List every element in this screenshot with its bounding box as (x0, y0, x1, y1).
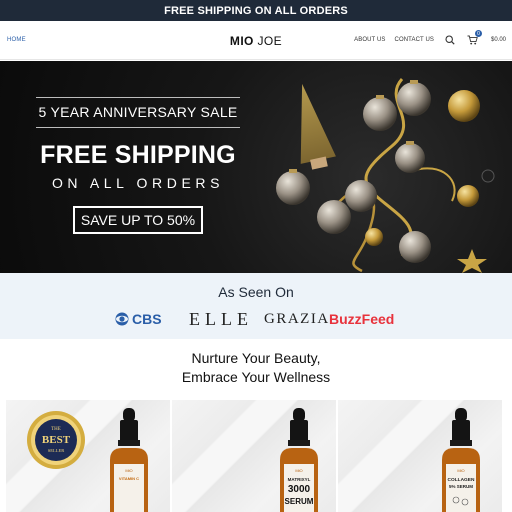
header-nav-right: ABOUT US CONTACT US 0 $0.00 (354, 30, 506, 47)
hero-subtitle-2: ON ALL ORDERS (51, 175, 225, 191)
product-label-sub: SERUM (285, 497, 314, 506)
product-label-brand: MiO (295, 468, 302, 473)
site-header: HOME MIO JOE ABOUT US CONTACT US 0 $0.00 (0, 21, 512, 60)
nav-about-link[interactable]: ABOUT US (354, 37, 385, 43)
logo-light: JOE (257, 34, 283, 48)
product-card[interactable]: MiO COLLAGEN 5% SERUM (338, 400, 502, 512)
christmas-ornaments-image (276, 77, 495, 273)
press-logos: CBS ELLE GRAZIA BuzzFeed (0, 309, 512, 331)
badge-bottom-text: SELLER (48, 448, 65, 453)
product-label-number: 3000 (288, 484, 311, 495)
product-label-name: COLLAGEN (448, 477, 475, 483)
as-seen-on-section: As Seen On CBS ELLE GRAZIA BuzzFeed (0, 273, 512, 339)
search-icon[interactable] (443, 33, 457, 47)
tagline-line-1: Nurture Your Beauty, (191, 350, 321, 366)
cbs-logo-text: CBS (132, 311, 162, 327)
logo-strong: MIO (229, 34, 254, 48)
best-seller-badge: THE BEST SELLER (27, 411, 85, 469)
grazia-logo: GRAZIA (264, 311, 330, 327)
product-label-name: VITAMIN C (119, 476, 139, 481)
cart-count-badge: 0 (474, 30, 482, 37)
product-bottle-image: MiO COLLAGEN 5% SERUM (442, 408, 480, 512)
product-bottle-image: MiO MATRIXYL 3000 SERUM (280, 408, 318, 512)
brand-tagline: Nurture Your Beauty, Embrace Your Wellne… (0, 349, 512, 387)
hero-title: FREE SHIPPING (40, 141, 236, 169)
product-bottle-image: MiO VITAMIN C (110, 408, 148, 512)
product-card[interactable]: THE BEST SELLER MiO VITAMIN C (6, 400, 170, 512)
buzzfeed-logo: BuzzFeed (329, 311, 395, 327)
cbs-logo: CBS (114, 311, 162, 327)
announcement-text: FREE SHIPPING ON ALL ORDERS (164, 4, 348, 17)
product-label-sub: 5% SERUM (449, 484, 473, 489)
product-label-brand: MiO (457, 468, 464, 473)
tagline-line-2: Embrace Your Wellness (181, 369, 331, 385)
hero-divider-bottom (36, 127, 240, 128)
cart-total[interactable]: $0.00 (491, 37, 506, 43)
hero-banner[interactable]: 5 YEAR ANNIVERSARY SALE FREE SHIPPING ON… (0, 61, 512, 273)
product-label-brand: MiO (125, 468, 132, 473)
badge-top-text: THE (51, 427, 61, 432)
hero-cta-button[interactable]: SAVE UP TO 50% (73, 206, 203, 234)
product-card[interactable]: MiO MATRIXYL 3000 SERUM (172, 400, 336, 512)
elle-logo: ELLE (189, 309, 253, 329)
nav-contact-link[interactable]: CONTACT US (395, 37, 434, 43)
cbs-eye-icon (115, 312, 129, 326)
badge-main-text: BEST (42, 434, 71, 446)
product-grid: THE BEST SELLER MiO VITAMIN C MiO MATRIX… (6, 400, 502, 512)
product-label-name: MATRIXYL (288, 477, 311, 482)
hero-subtitle: 5 YEAR ANNIVERSARY SALE (38, 104, 238, 120)
announcement-bar: FREE SHIPPING ON ALL ORDERS (0, 0, 512, 21)
as-seen-on-title: As Seen On (218, 284, 294, 300)
hero-divider-top (36, 97, 240, 98)
cart-icon[interactable]: 0 (466, 30, 482, 47)
